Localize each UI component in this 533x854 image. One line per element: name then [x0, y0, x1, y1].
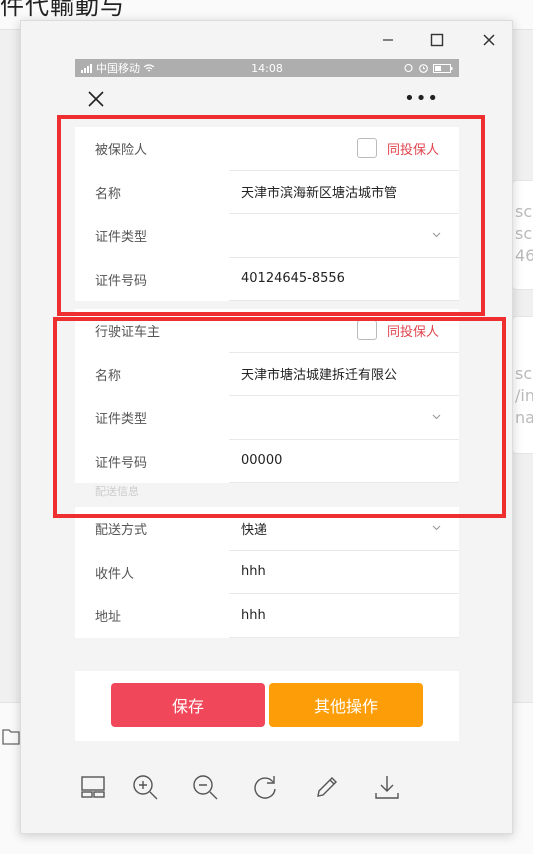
address-label: 地址 — [95, 610, 122, 626]
rotate-button[interactable] — [249, 771, 281, 803]
download-button[interactable] — [371, 771, 403, 803]
background-card: sco /in nar — [512, 316, 533, 454]
maximize-button[interactable] — [425, 29, 449, 51]
status-time: 14:08 — [251, 61, 283, 75]
background-card-line: nar — [515, 408, 533, 427]
address-field[interactable]: hhh — [229, 594, 459, 638]
zoom-in-icon — [133, 775, 158, 800]
background-card-line: 466 — [515, 246, 533, 265]
background-card-line: sco — [515, 364, 533, 383]
highlight-box-owner — [53, 317, 506, 518]
action-bar: 保存 其他操作 — [75, 671, 459, 741]
status-bar: 中国移动 14:08 — [75, 59, 459, 77]
delivery-method-label: 配送方式 — [95, 523, 148, 539]
close-button[interactable] — [477, 29, 501, 51]
delivery-section: 配送方式 快递 收件人 hhh 地址 hhh — [75, 507, 459, 638]
edit-button[interactable] — [311, 771, 343, 803]
thumbnail-icon — [81, 776, 105, 798]
download-icon — [375, 776, 399, 799]
minimize-icon — [383, 39, 393, 41]
background-card: sco sco 466 — [512, 180, 533, 290]
receiver-row: 收件人 hhh — [75, 551, 459, 594]
delivery-method-value: 快递 — [241, 522, 268, 538]
close-icon — [483, 34, 495, 46]
other-actions-button[interactable]: 其他操作 — [269, 683, 423, 727]
receiver-label: 收件人 — [95, 566, 135, 582]
save-button[interactable]: 保存 — [111, 683, 265, 727]
address-row: 地址 hhh — [75, 594, 459, 638]
background-card-line: sco — [515, 224, 533, 243]
minimize-button[interactable] — [376, 29, 400, 51]
thumbnail-button[interactable] — [77, 771, 109, 803]
folder-icon[interactable] — [2, 726, 20, 746]
background-card-line: sco — [515, 202, 533, 221]
more-options-icon[interactable]: ••• — [404, 90, 439, 108]
zoom-in-button[interactable] — [129, 771, 161, 803]
zoom-out-button[interactable] — [189, 771, 221, 803]
highlight-box-insured — [57, 115, 485, 316]
background-card-line: /in — [515, 386, 533, 405]
maximize-icon — [430, 33, 444, 47]
pencil-icon — [317, 777, 337, 797]
chevron-down-icon — [432, 525, 441, 531]
receiver-field[interactable]: hhh — [229, 551, 459, 594]
rotate-icon — [254, 776, 276, 799]
viewer-toolbar — [21, 767, 514, 809]
close-icon[interactable] — [87, 90, 105, 108]
background-title: 件代輸動与 — [0, 0, 125, 20]
image-viewer-window: 中国移动 14:08 ••• 被保险人 同投保人 名称 天津市滨海新区塘沽城市管… — [20, 20, 513, 834]
zoom-out-icon — [193, 775, 218, 800]
